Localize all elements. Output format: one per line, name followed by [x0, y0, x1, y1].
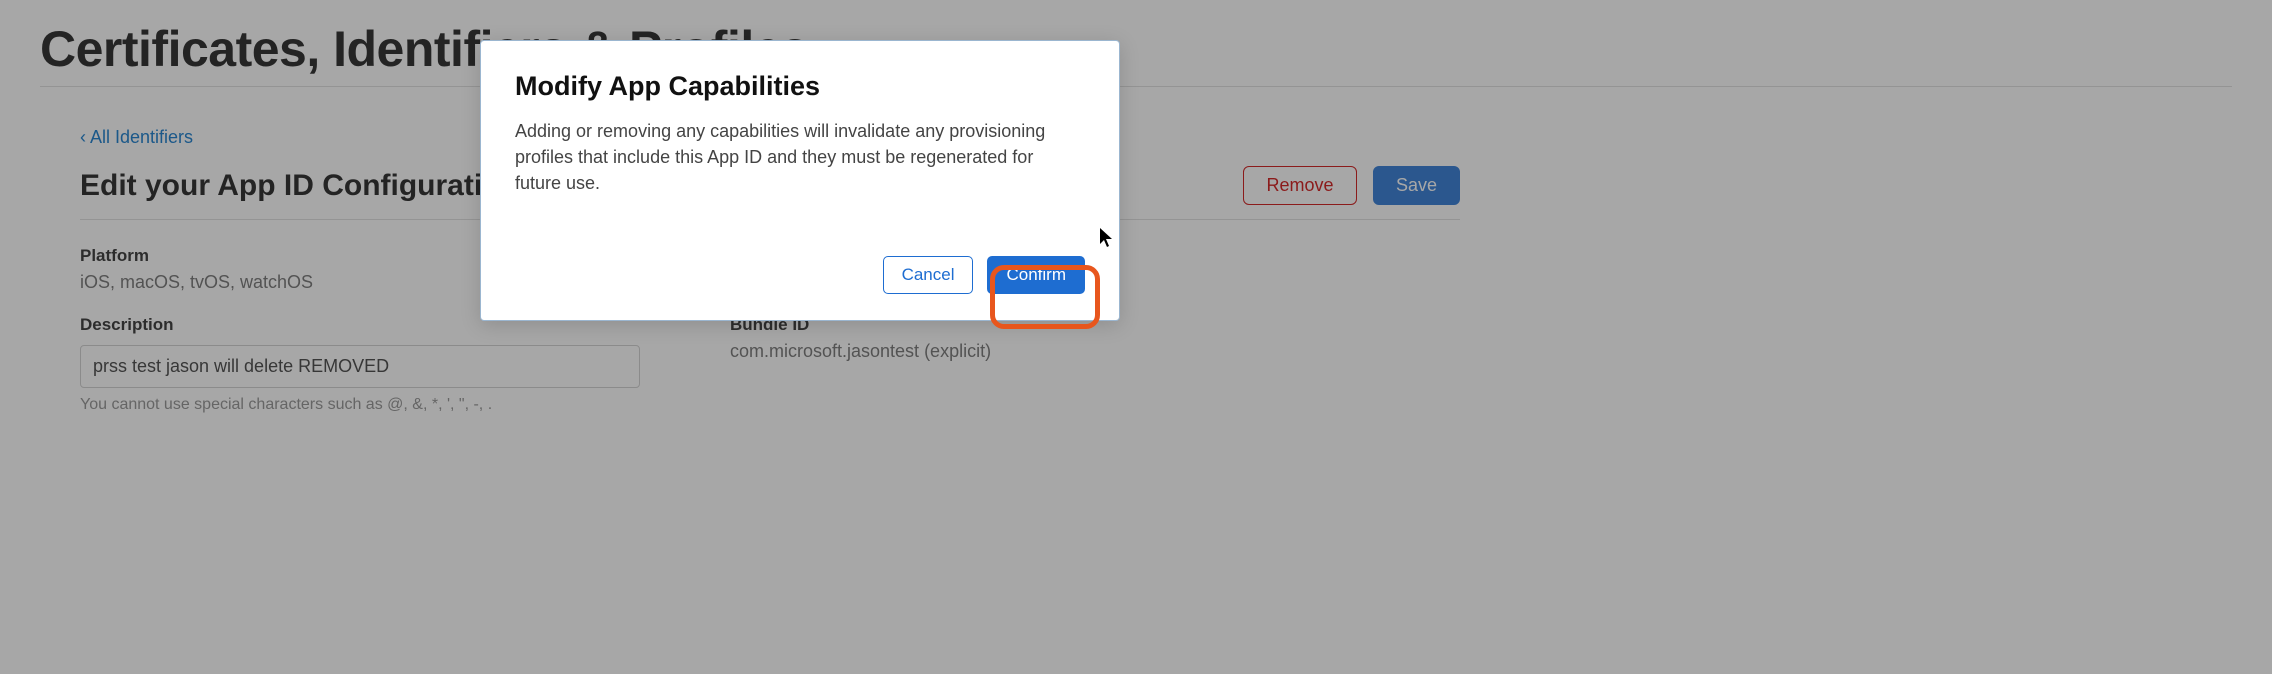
confirm-button[interactable]: Confirm [987, 256, 1085, 294]
modify-capabilities-modal: Modify App Capabilities Adding or removi… [480, 40, 1120, 321]
modal-backdrop [0, 0, 2272, 674]
modal-body: Adding or removing any capabilities will… [515, 118, 1055, 196]
modal-actions: Cancel Confirm [515, 256, 1085, 294]
cancel-button[interactable]: Cancel [883, 256, 974, 294]
modal-title: Modify App Capabilities [515, 71, 1085, 102]
cursor-icon [1100, 228, 1116, 254]
